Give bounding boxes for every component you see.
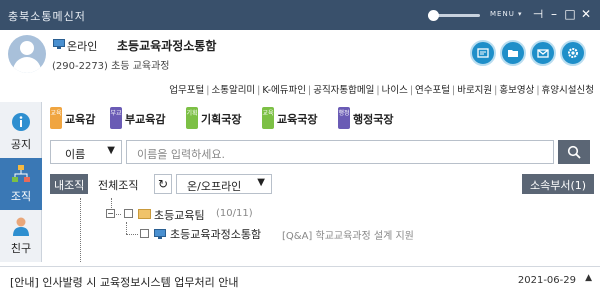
sub-dept-button[interactable]: 소속부서(1) <box>522 174 594 194</box>
slider-knob[interactable] <box>428 10 439 21</box>
monitor-icon <box>154 229 166 239</box>
link-item[interactable]: 휴양시설신청 <box>542 85 594 96</box>
link-item[interactable]: 업무포털 <box>169 85 204 96</box>
title-bar: 충북소통메신저 MENU ▾ ⊣ – □ ✕ <box>0 0 600 30</box>
person-icon <box>13 217 29 236</box>
folder-icon <box>508 50 518 57</box>
tab-my-org[interactable]: 내조직 <box>50 174 89 194</box>
link-item[interactable]: 바로지원 <box>457 85 492 96</box>
avatar[interactable] <box>8 35 46 73</box>
opacity-slider[interactable] <box>428 10 480 21</box>
role-label: 행정국장 <box>353 113 394 126</box>
chevron-down-icon: ▼ <box>257 177 265 188</box>
member-checkbox[interactable] <box>140 229 149 238</box>
settings-button[interactable] <box>560 40 586 66</box>
main-panel: 교육 교육감 부교 부교육감 기획 기획국장 교육 교육국장 행정 행정국장 이… <box>44 102 600 262</box>
role-badge: 행정 <box>338 107 350 129</box>
sidebar-item-organization[interactable]: 조직 <box>0 158 42 210</box>
sidebar-item-notice[interactable]: 공지 <box>0 106 42 158</box>
chevron-up-icon[interactable]: ▲ <box>585 273 592 283</box>
team-checkbox[interactable] <box>124 209 133 218</box>
role-planning-director[interactable]: 기획 기획국장 <box>186 106 258 130</box>
folder-icon <box>138 209 151 219</box>
sidebar-label: 공지 <box>10 138 32 151</box>
role-badge: 교육 <box>262 107 274 129</box>
note-button[interactable] <box>470 40 496 66</box>
org-toolbar: 내조직 전체조직 ↻ 온/오프라인 ▼ 소속부서(1) <box>50 174 594 194</box>
org-tree: − 초등교육팀 (10/11) 초등교육과정소통함 [Q&A] 학교교육과정 설… <box>44 198 592 262</box>
status-text[interactable]: 온라인 <box>67 38 97 54</box>
role-superintendent[interactable]: 교육 교육감 <box>50 106 108 130</box>
tab-all-org[interactable]: 전체조직 <box>94 174 142 194</box>
role-label: 교육감 <box>65 113 96 126</box>
monitor-icon <box>53 39 65 49</box>
member-name[interactable]: 초등교육과정소통함 <box>170 226 261 242</box>
profile-extension: (290-2273) 초등 교육과정 <box>52 61 170 72</box>
sidebar: 공지 조직 친구 <box>0 102 42 262</box>
sidebar-label: 조직 <box>10 190 32 203</box>
search-bar: 이름 ▼ 이름을 입력하세요. <box>50 140 590 164</box>
mail-button[interactable] <box>530 40 556 66</box>
status-bar: [안내] 인사발령 시 교육정보시스템 업무처리 안내 2021-06-29 ▲ <box>0 266 600 295</box>
expand-toggle[interactable]: − <box>106 209 115 218</box>
link-item[interactable]: 홍보영상 <box>499 85 534 96</box>
role-education-director[interactable]: 교육 교육국장 <box>262 106 334 130</box>
role-badge: 부교 <box>110 107 122 129</box>
tree-line <box>80 198 81 262</box>
link-item[interactable]: 소통알리미 <box>211 85 255 96</box>
tree-line <box>126 222 127 234</box>
memo-icon <box>477 48 489 58</box>
search-icon <box>567 145 581 159</box>
sidebar-item-friends[interactable]: 친구 <box>0 210 42 262</box>
role-label: 교육국장 <box>277 113 318 126</box>
folder-button[interactable] <box>500 40 526 66</box>
search-field-value: 이름 <box>65 148 86 161</box>
menu-button[interactable]: MENU ▾ <box>490 10 523 18</box>
role-badge: 기획 <box>186 107 198 129</box>
team-name[interactable]: 초등교육팀 <box>154 207 205 223</box>
member-description: [Q&A] 학교교육과정 설계 지원 <box>282 231 414 242</box>
menu-label: MENU <box>490 10 515 18</box>
quick-links: 업무포털 | 소통알리미 | K-에듀파인 | 공직자통합메일 | 나이스 | 연수포털 | 바로지원 |… <box>169 85 594 96</box>
online-filter-value: 온/오프라인 <box>187 180 242 193</box>
search-placeholder: 이름을 입력하세요. <box>137 148 225 161</box>
info-icon <box>12 113 30 131</box>
role-label: 기획국장 <box>201 113 242 126</box>
role-admin-director[interactable]: 행정 행정국장 <box>338 106 410 130</box>
mail-icon <box>537 49 549 58</box>
profile-panel: 온라인 초등교육과정소통함 (290-2273) 초등 교육과정 <box>0 30 600 80</box>
minimize-icon[interactable]: – <box>548 7 560 21</box>
tree-line <box>126 234 138 235</box>
profile-name: 초등교육과정소통함 <box>117 39 217 53</box>
link-item[interactable]: K-에듀파인 <box>262 85 306 96</box>
sidebar-label: 친구 <box>10 242 32 255</box>
search-field-select[interactable]: 이름 ▼ <box>50 140 122 164</box>
pin-icon[interactable]: ⊣ <box>532 7 544 21</box>
link-item[interactable]: 연수포털 <box>415 85 450 96</box>
role-deputy[interactable]: 부교 부교육감 <box>110 106 180 130</box>
team-count: (10/11) <box>216 208 253 219</box>
chevron-down-icon: ▼ <box>107 145 115 156</box>
gear-icon <box>568 48 578 58</box>
link-item[interactable]: 나이스 <box>382 85 408 96</box>
notice-text[interactable]: [안내] 인사발령 시 교육정보시스템 업무처리 안내 <box>10 274 238 290</box>
maximize-icon[interactable]: □ <box>564 7 576 21</box>
search-input[interactable]: 이름을 입력하세요. <box>126 140 554 164</box>
role-badge: 교육 <box>50 107 62 129</box>
refresh-icon[interactable]: ↻ <box>154 174 172 194</box>
role-label: 부교육감 <box>125 113 166 126</box>
online-filter-select[interactable]: 온/오프라인 ▼ <box>176 174 272 194</box>
search-button[interactable] <box>558 140 590 164</box>
close-icon[interactable]: ✕ <box>580 7 592 21</box>
app-title: 충북소통메신저 <box>8 10 86 23</box>
quick-link-bar: 업무포털 | 소통알리미 | K-에듀파인 | 공직자통합메일 | 나이스 | 연수포털 | 바로지원 |… <box>0 80 600 98</box>
link-item[interactable]: 공직자통합메일 <box>313 85 374 96</box>
notice-date: 2021-06-29 <box>517 275 576 286</box>
org-chart-icon <box>12 165 30 182</box>
